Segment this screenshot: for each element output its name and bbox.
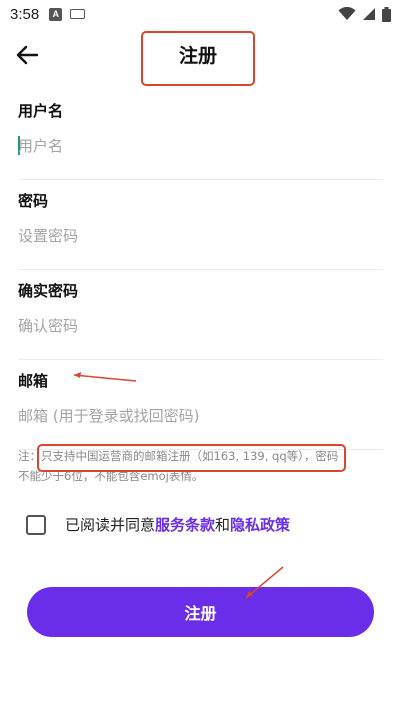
username-field: 用户名 (18, 90, 383, 180)
password-label: 密码 (18, 192, 49, 210)
terms-of-service-link[interactable]: 服务条款 (155, 514, 215, 535)
wifi-icon (338, 7, 356, 20)
signal-icon (363, 8, 375, 20)
username-label: 用户名 (18, 102, 64, 120)
username-input[interactable] (18, 132, 378, 160)
email-field: 邮箱 (18, 360, 383, 450)
agree-checkbox[interactable] (26, 514, 46, 535)
confirm-password-input[interactable] (18, 312, 378, 340)
page-title: 注册 (178, 45, 217, 67)
notification-a-icon: A (49, 7, 63, 21)
status-icons (338, 6, 391, 22)
title-highlight-box: 注册 (141, 31, 255, 86)
battery-icon (382, 6, 391, 22)
status-time: 3:58 (10, 5, 40, 23)
note-line-1: 注：只支持中国运营商的邮箱注册（如163, 139, qq等），密码 (18, 449, 339, 463)
privacy-policy-link[interactable]: 隐私政策 (230, 514, 290, 535)
app-bar: 注册 (0, 28, 401, 86)
back-button[interactable] (12, 40, 42, 70)
email-label: 邮箱 (18, 372, 49, 390)
registration-note: 注：只支持中国运营商的邮箱注册（如163, 139, qq等），密码 不能少于6… (18, 446, 388, 486)
email-input[interactable] (18, 402, 378, 430)
note-line-2: 不能少于6位，不能包含emoj表情。 (18, 469, 204, 483)
register-button[interactable]: 注册 (27, 587, 374, 637)
status-bar: 3:58 A (0, 0, 401, 28)
password-field: 密码 (18, 180, 383, 270)
agreement-and: 和 (215, 516, 231, 534)
agreement-prefix: 已阅读并同意 (65, 516, 156, 534)
confirm-password-label: 确实密码 (18, 282, 79, 300)
agreement-row: 已阅读并同意 服务条款 和 隐私政策 (26, 514, 290, 535)
arrow-left-icon (16, 45, 38, 65)
password-input[interactable] (18, 222, 378, 250)
keyboard-icon (70, 9, 86, 19)
confirm-password-field: 确实密码 (18, 270, 383, 360)
